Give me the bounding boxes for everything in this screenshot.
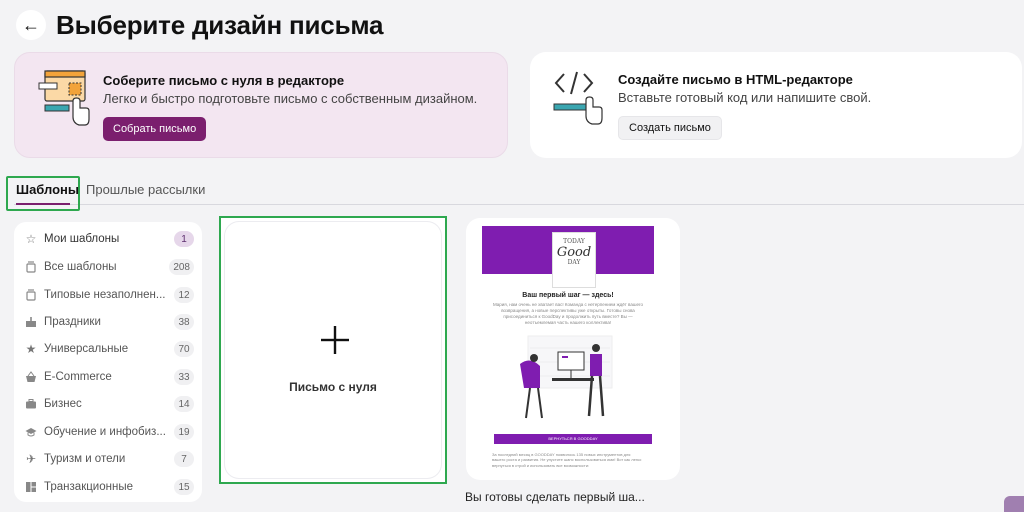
editor-option-subtitle: Легко и быстро подготовьте письмо с собс…	[103, 91, 478, 106]
preview-button: ВЕРНУТЬСЯ В GOODDAY	[494, 434, 652, 444]
sidebar-item-universal[interactable]: ★ Универсальные 70	[24, 338, 194, 360]
blank-template-inner: Письмо с нуля	[225, 222, 441, 478]
sidebar-item-label: E-Commerce	[44, 371, 112, 383]
tab-templates[interactable]: Шаблоны	[16, 182, 79, 197]
template-categories-sidebar: ☆ Мои шаблоны 1 Все шаблоны 208 Типовые …	[14, 222, 202, 502]
sidebar-item-label: Типовые незаполнен...	[44, 289, 166, 301]
count-badge: 15	[174, 479, 194, 495]
active-tab-underline	[16, 203, 70, 205]
create-email-button[interactable]: Создать письмо	[618, 116, 722, 140]
sidebar-item-tourism[interactable]: ✈ Туризм и отели 7	[24, 448, 194, 470]
logo-bottom-text: DAY	[567, 258, 581, 266]
count-badge: 1	[174, 231, 194, 247]
build-email-button[interactable]: Собрать письмо	[103, 117, 207, 141]
layout-icon	[24, 480, 38, 494]
sidebar-item-label: Универсальные	[44, 343, 129, 355]
template-preview: TODAY Good DAY Ваш первый шаг — здесь! М…	[482, 226, 654, 476]
html-option-card[interactable]: Создайте письмо в HTML-редакторе Вставьт…	[530, 52, 1022, 158]
airplane-icon: ✈	[25, 452, 37, 466]
count-badge: 12	[174, 287, 194, 303]
sidebar-item-business[interactable]: Бизнес 14	[24, 393, 194, 415]
graduation-cap-icon	[24, 425, 38, 439]
editor-illustration-icon	[38, 70, 90, 126]
sidebar-item-holidays[interactable]: Праздники 38	[24, 311, 194, 333]
sidebar-item-label: Транзакционные	[44, 481, 133, 493]
editor-option-card[interactable]: Соберите письмо с нуля в редакторе Легко…	[14, 52, 508, 158]
count-badge: 208	[169, 259, 194, 275]
sidebar-item-all-templates[interactable]: Все шаблоны 208	[24, 256, 194, 278]
cake-icon	[24, 315, 38, 329]
count-badge: 70	[174, 341, 194, 357]
editor-option-title: Соберите письмо с нуля в редакторе	[103, 73, 345, 88]
preview-body: Мария, нам очень не хватает вас! Команда…	[492, 302, 644, 326]
arrow-left-icon: ←	[22, 14, 40, 35]
count-badge: 33	[174, 369, 194, 385]
tab-past-campaigns[interactable]: Прошлые рассылки	[86, 182, 205, 197]
preview-logo: TODAY Good DAY	[552, 232, 596, 288]
code-illustration-icon	[553, 71, 603, 125]
template-stack-icon	[24, 260, 38, 274]
count-badge: 14	[174, 396, 194, 412]
tabs-divider	[14, 204, 1024, 205]
blank-template-card[interactable]: Письмо с нуля	[219, 216, 447, 484]
back-button[interactable]: ←	[16, 10, 46, 40]
page-title: Выберите дизайн письма	[56, 10, 384, 40]
count-badge: 38	[174, 314, 194, 330]
template-name[interactable]: Вы готовы сделать первый ша...	[465, 490, 645, 504]
preview-heading: Ваш первый шаг — здесь!	[522, 292, 614, 299]
count-badge: 19	[174, 424, 194, 440]
count-badge: 7	[174, 451, 194, 467]
logo-main-text: Good	[556, 244, 592, 260]
sidebar-item-label: Обучение и инфобиз...	[44, 426, 166, 438]
template-stack-icon	[24, 288, 38, 302]
template-card[interactable]: TODAY Good DAY Ваш первый шаг — здесь! М…	[466, 218, 680, 480]
sidebar-item-label: Туризм и отели	[44, 453, 126, 465]
preview-footer: За последний месяц в GOODDAY появилось 1…	[492, 452, 642, 468]
star-outline-icon: ☆	[25, 232, 37, 246]
briefcase-icon	[24, 397, 38, 411]
sidebar-item-label: Мои шаблоны	[44, 233, 120, 245]
star-filled-icon: ★	[25, 342, 37, 356]
chat-widget-button[interactable]	[1004, 496, 1024, 512]
sidebar-item-education[interactable]: Обучение и инфобиз... 19	[24, 421, 194, 443]
preview-illustration	[520, 335, 613, 419]
plus-icon	[321, 326, 349, 354]
sidebar-item-label: Праздники	[44, 316, 101, 328]
sidebar-item-transactional[interactable]: Транзакционные 15	[24, 476, 194, 498]
blank-template-label: Письмо с нуля	[289, 380, 377, 394]
sidebar-item-ecommerce[interactable]: E-Commerce 33	[24, 366, 194, 388]
sidebar-item-label: Все шаблоны	[44, 261, 117, 273]
sidebar-item-blank-templates[interactable]: Типовые незаполнен... 12	[24, 284, 194, 306]
basket-icon	[24, 370, 38, 384]
html-option-subtitle: Вставьте готовый код или напишите свой.	[618, 90, 872, 105]
html-option-title: Создайте письмо в HTML-редакторе	[618, 72, 853, 87]
sidebar-item-my-templates[interactable]: ☆ Мои шаблоны 1	[24, 228, 194, 250]
sidebar-item-label: Бизнес	[44, 398, 82, 410]
